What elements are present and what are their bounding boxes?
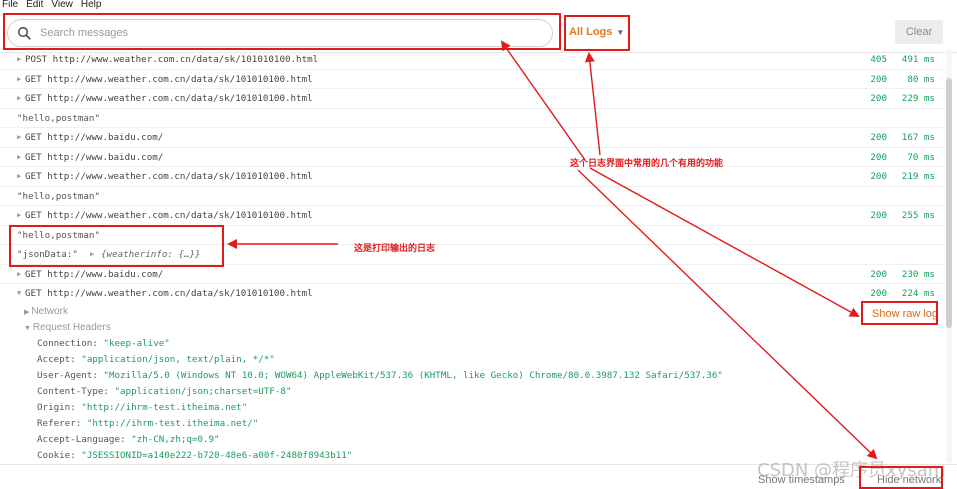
annotation-box-filter <box>564 15 630 51</box>
log-row-string: "hello,postman" <box>0 187 947 206</box>
status-code: 200 <box>870 93 887 104</box>
response-time: 167 ms <box>901 132 935 143</box>
log-row-expanded[interactable]: ▼ GET http://www.weather.com.cn/data/sk/… <box>0 284 947 304</box>
request-line: GET http://www.baidu.com/ <box>25 268 164 280</box>
menu-file[interactable]: File <box>2 0 18 11</box>
status-code: 200 <box>870 73 887 85</box>
console-output: "hello,postman" <box>17 112 100 124</box>
log-row[interactable]: ▶ POST http://www.weather.com.cn/data/sk… <box>0 50 947 70</box>
request-headers-section[interactable]: ▼ Request Headers <box>0 320 947 336</box>
header-name: Origin: <box>37 401 76 413</box>
status-code: 200 <box>870 151 887 163</box>
header-entry: Content-Type: "application/json;charset=… <box>0 384 947 400</box>
header-value: "application/json;charset=UTF-8" <box>114 385 292 397</box>
header-entry: Connection: "keep-alive" <box>0 336 947 352</box>
status-code: 200 <box>870 268 887 280</box>
request-line: GET http://www.baidu.com/ <box>25 151 164 163</box>
expand-arrow-icon[interactable]: ▶ <box>17 265 21 284</box>
response-time: 255 ms <box>901 210 935 221</box>
header-name: Content-Type: <box>37 385 109 397</box>
log-row[interactable]: ▶ GET http://www.baidu.com/ 200 70 ms <box>0 148 947 167</box>
expand-arrow-icon[interactable]: ▶ <box>17 89 21 108</box>
network-section[interactable]: ▶ Network <box>0 304 947 320</box>
log-row[interactable]: ▶ GET http://www.baidu.com/ 200 167 ms <box>0 128 947 148</box>
annotation-box-raw-log <box>861 301 938 325</box>
header-entry: User-Agent: "Mozilla/5.0 (Windows NT 10.… <box>0 368 947 384</box>
header-name: Cookie: <box>37 449 76 461</box>
log-row[interactable]: ▶ GET http://www.weather.com.cn/data/sk/… <box>0 89 947 109</box>
request-line: GET http://www.weather.com.cn/data/sk/10… <box>25 171 313 182</box>
scrollbar-thumb[interactable] <box>946 78 952 328</box>
collapse-arrow-icon: ▼ <box>24 324 33 332</box>
menu-edit[interactable]: Edit <box>26 0 43 11</box>
expand-arrow-icon[interactable]: ▶ <box>17 128 21 147</box>
menu-bar: File Edit View Help <box>0 0 957 11</box>
expand-arrow-icon[interactable]: ▶ <box>17 70 21 89</box>
response-time: 219 ms <box>901 171 935 182</box>
request-line: GET http://www.baidu.com/ <box>25 132 164 143</box>
header-name: Referer: <box>37 417 82 429</box>
network-section-label: Network <box>31 305 69 317</box>
header-value: "application/json, text/plain, */*" <box>81 353 275 365</box>
header-entry: Accept-Language: "zh-CN,zh;q=0.9" <box>0 432 947 448</box>
menu-help[interactable]: Help <box>81 0 102 11</box>
expand-arrow-icon[interactable]: ▶ <box>17 148 21 167</box>
header-entry: Accept: "application/json, text/plain, *… <box>0 352 947 368</box>
annotation-box-hide-network <box>859 466 943 489</box>
menu-view[interactable]: View <box>51 0 73 11</box>
status-code: 405 <box>870 54 887 65</box>
status-code: 200 <box>870 171 887 182</box>
expand-arrow-icon[interactable]: ▶ <box>17 167 21 186</box>
response-time: 491 ms <box>901 54 935 65</box>
annotation-note-features: 这个日志界面中常用的几个有用的功能 <box>570 159 724 169</box>
response-time: 229 ms <box>901 93 935 104</box>
annotation-note-output: 这是打印输出的日志 <box>354 244 436 254</box>
header-name: Connection: <box>37 337 98 349</box>
request-headers-label: Request Headers <box>32 321 111 333</box>
log-row[interactable]: ▶ GET http://www.weather.com.cn/data/sk/… <box>0 70 947 89</box>
header-value: "keep-alive" <box>103 337 170 349</box>
header-name: Accept-Language: <box>37 433 126 445</box>
response-time: 80 ms <box>907 73 935 85</box>
header-value: "Mozilla/5.0 (Windows NT 10.0; WOW64) Ap… <box>103 369 723 381</box>
header-value: "http://ihrm-test.itheima.net/" <box>86 417 259 429</box>
request-line: POST http://www.weather.com.cn/data/sk/1… <box>25 54 319 65</box>
collapse-arrow-icon[interactable]: ▼ <box>17 284 21 303</box>
status-code: 200 <box>870 132 887 143</box>
status-code: 200 <box>870 210 887 221</box>
log-scrollbar[interactable] <box>946 50 952 463</box>
log-row[interactable]: ▶ GET http://www.baidu.com/ 200 230 ms <box>0 265 947 284</box>
response-time: 230 ms <box>901 268 935 280</box>
header-name: Accept: <box>37 353 76 365</box>
header-name: User-Agent: <box>37 369 98 381</box>
response-time: 70 ms <box>907 151 935 163</box>
header-value: "JSESSIONID=a140e222-b720-48e6-a00f-2480… <box>81 449 353 461</box>
header-value: "zh-CN,zh;q=0.9" <box>131 433 220 445</box>
annotation-box-search <box>3 13 561 50</box>
log-row-string: "hello,postman" <box>0 109 947 128</box>
request-line: GET http://www.weather.com.cn/data/sk/10… <box>25 93 313 104</box>
header-entry: Referer: "http://ihrm-test.itheima.net/" <box>0 416 947 432</box>
clear-button[interactable]: Clear <box>895 20 943 44</box>
expand-arrow-icon[interactable]: ▶ <box>17 206 21 225</box>
console-output: "hello,postman" <box>17 190 100 202</box>
request-line: GET http://www.weather.com.cn/data/sk/10… <box>25 210 313 221</box>
expand-arrow-icon[interactable]: ▶ <box>17 50 21 69</box>
annotation-box-output <box>9 225 224 267</box>
request-line: GET http://www.weather.com.cn/data/sk/10… <box>25 73 313 85</box>
request-line: GET http://www.weather.com.cn/data/sk/10… <box>25 288 313 299</box>
log-row[interactable]: ▶ GET http://www.weather.com.cn/data/sk/… <box>0 206 947 226</box>
header-value: "http://ihrm-test.itheima.net" <box>81 401 248 413</box>
header-entry: Origin: "http://ihrm-test.itheima.net" <box>0 400 947 416</box>
log-row[interactable]: ▶ GET http://www.weather.com.cn/data/sk/… <box>0 167 947 187</box>
